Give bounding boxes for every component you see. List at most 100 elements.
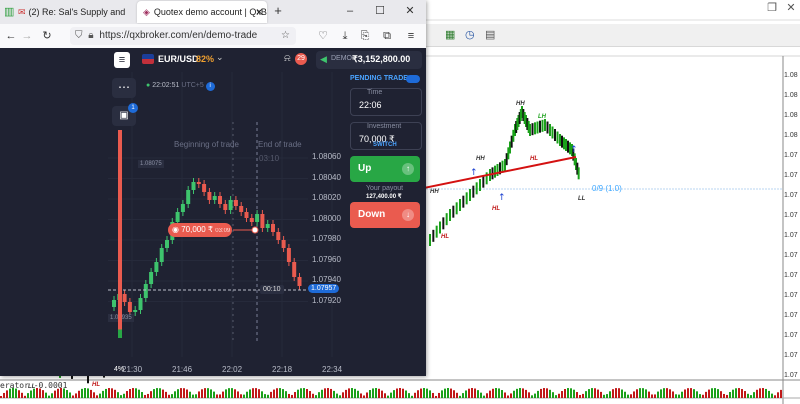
tab-label: (2) Re: Sal's Supply and Dem: [28, 7, 128, 17]
download-icon[interactable]: ⤓: [338, 28, 352, 44]
candle: [149, 272, 154, 284]
oscillator-bar: [156, 388, 158, 398]
mt-price-tick: 1.07: [784, 272, 798, 279]
oscillator-bar: [477, 390, 479, 398]
oscillator-bar: [174, 391, 176, 398]
candle: [292, 262, 297, 277]
oscillator-bar: [345, 389, 347, 398]
oscillator-bar: [774, 395, 776, 398]
balance-value: ₹3,152,800.00: [352, 54, 411, 64]
oscillator-bar: [621, 389, 623, 398]
mt-close-icon[interactable]: ✕: [782, 0, 800, 16]
trade-chart: ● 22:02:51 UTC+5 i Beginning of trade En…: [108, 72, 346, 376]
oscillator-bar: [564, 389, 566, 398]
oscillator-bar: [456, 392, 458, 398]
mt-price-tick: 1.07: [784, 352, 798, 359]
oscillator-bar: [357, 390, 359, 398]
pair-payout: 82%: [196, 54, 215, 64]
forward-icon[interactable]: →: [20, 28, 34, 44]
minimize-button[interactable]: –: [342, 3, 358, 19]
mt-signal-label: HL: [92, 382, 100, 388]
pending-trade-toggle[interactable]: [406, 75, 420, 83]
oscillator-bar: [594, 388, 596, 398]
mt-price-tick: 1.07: [784, 252, 798, 259]
oscillator-bar: [237, 391, 239, 398]
oscillator-bar: [258, 389, 260, 398]
oscillator-bar: [108, 388, 110, 398]
time-field[interactable]: Time 22:06: [350, 88, 422, 116]
tab-sals-supply[interactable]: ✉(2) Re: Sal's Supply and Dem: [14, 1, 128, 23]
oscillator-bar: [201, 389, 203, 398]
oscillator-bar: [312, 393, 314, 398]
chevron-down-icon[interactable]: ⌄: [216, 52, 224, 63]
oscillator-bar: [609, 391, 611, 398]
oscillator-bar: [642, 388, 644, 398]
screenshot-icon[interactable]: ⎘: [358, 28, 372, 44]
open-trade-time: 03:09: [215, 228, 231, 234]
price-tick-label: 1.08040: [312, 172, 341, 182]
oscillator-bar: [552, 392, 554, 398]
time-tick-label: 22:02: [222, 365, 243, 374]
oscillator-bar: [390, 392, 392, 398]
tab-quotex[interactable]: ◈ Quotex demo account | QxBr ✕: [137, 1, 267, 23]
oscillator-bar: [762, 388, 764, 398]
mt-price-tick: 1.08: [784, 72, 798, 79]
maximize-button[interactable]: ☐: [372, 3, 388, 19]
oscillator-bar: [132, 388, 134, 398]
template-icon[interactable]: ▤: [485, 27, 495, 43]
oscillator-bar: [72, 395, 74, 398]
oscillator-bar: [582, 393, 584, 398]
trade-entry-point: [251, 226, 259, 234]
oscillator-bar: [381, 390, 383, 398]
candle: [175, 212, 180, 222]
investment-label: Investment: [367, 123, 402, 130]
oscillator-bar: [294, 392, 296, 398]
account-balance[interactable]: ◀ DEMO ₹3,152,800.00: [316, 51, 422, 69]
tab-close-icon[interactable]: ✕: [255, 1, 263, 23]
oscillator-bar: [192, 394, 194, 398]
oscillator-bar: [654, 394, 656, 398]
oscillator-bar: [603, 394, 605, 398]
mt-price-tick: 1.07: [784, 212, 798, 219]
oscillator-bar: [741, 389, 743, 398]
new-tab-button[interactable]: +: [270, 3, 286, 19]
oscillator-bar: [615, 388, 617, 398]
oscillator-bar: [570, 388, 572, 398]
star-icon[interactable]: ☆: [281, 27, 290, 45]
chat-button[interactable]: ⋯: [112, 78, 136, 98]
sidebar-toggle-icon[interactable]: ▥: [4, 4, 14, 20]
extensions-icon[interactable]: ⧉: [380, 28, 394, 44]
server-time: ● 22:02:51 UTC+5 i: [146, 82, 215, 91]
mt-price-tick: 1.07: [784, 372, 798, 379]
pair-label[interactable]: EUR/USD: [158, 54, 199, 64]
up-button[interactable]: Up ↑: [350, 156, 420, 182]
close-button[interactable]: ✕: [402, 3, 418, 19]
bell-icon[interactable]: ⍾: [284, 53, 291, 64]
oscillator-bar: [696, 391, 698, 398]
oscillator-bar: [414, 392, 416, 398]
nav-bar: ← → ↻ ⛉ 🔒︎ https://qxbroker.com/en/demo-…: [0, 24, 426, 49]
app-menu-icon[interactable]: ≡: [114, 52, 130, 68]
address-bar[interactable]: ⛉ 🔒︎ https://qxbroker.com/en/demo-trade …: [70, 27, 296, 45]
menu-icon[interactable]: ≡: [404, 28, 418, 44]
oscillator-bar: [231, 388, 233, 398]
mt-restore-icon[interactable]: ❐: [763, 0, 781, 16]
oscillator-bar: [99, 393, 101, 398]
mt-signal-label: LH: [538, 114, 547, 120]
chart-type-icon[interactable]: ▦: [445, 27, 455, 43]
oscillator-bar: [429, 390, 431, 398]
oscillator-bar: [300, 388, 302, 398]
oscillator-bar: [480, 392, 482, 398]
candle: [223, 204, 228, 210]
switch-label[interactable]: SWITCH: [373, 142, 397, 148]
back-icon[interactable]: ←: [4, 28, 18, 44]
oscillator-bar: [561, 391, 563, 398]
pocket-icon[interactable]: ♡: [316, 28, 330, 44]
open-trade-badge[interactable]: ◉ 70,000 ₹ 03:09: [168, 223, 232, 237]
oscillator-bar: [777, 392, 779, 398]
oscillator-bar: [45, 392, 47, 398]
reload-icon[interactable]: ↻: [40, 28, 54, 44]
oscillator-bar: [114, 389, 116, 398]
clock-icon[interactable]: ◷: [465, 27, 475, 43]
down-button[interactable]: Down ↓: [350, 202, 420, 228]
